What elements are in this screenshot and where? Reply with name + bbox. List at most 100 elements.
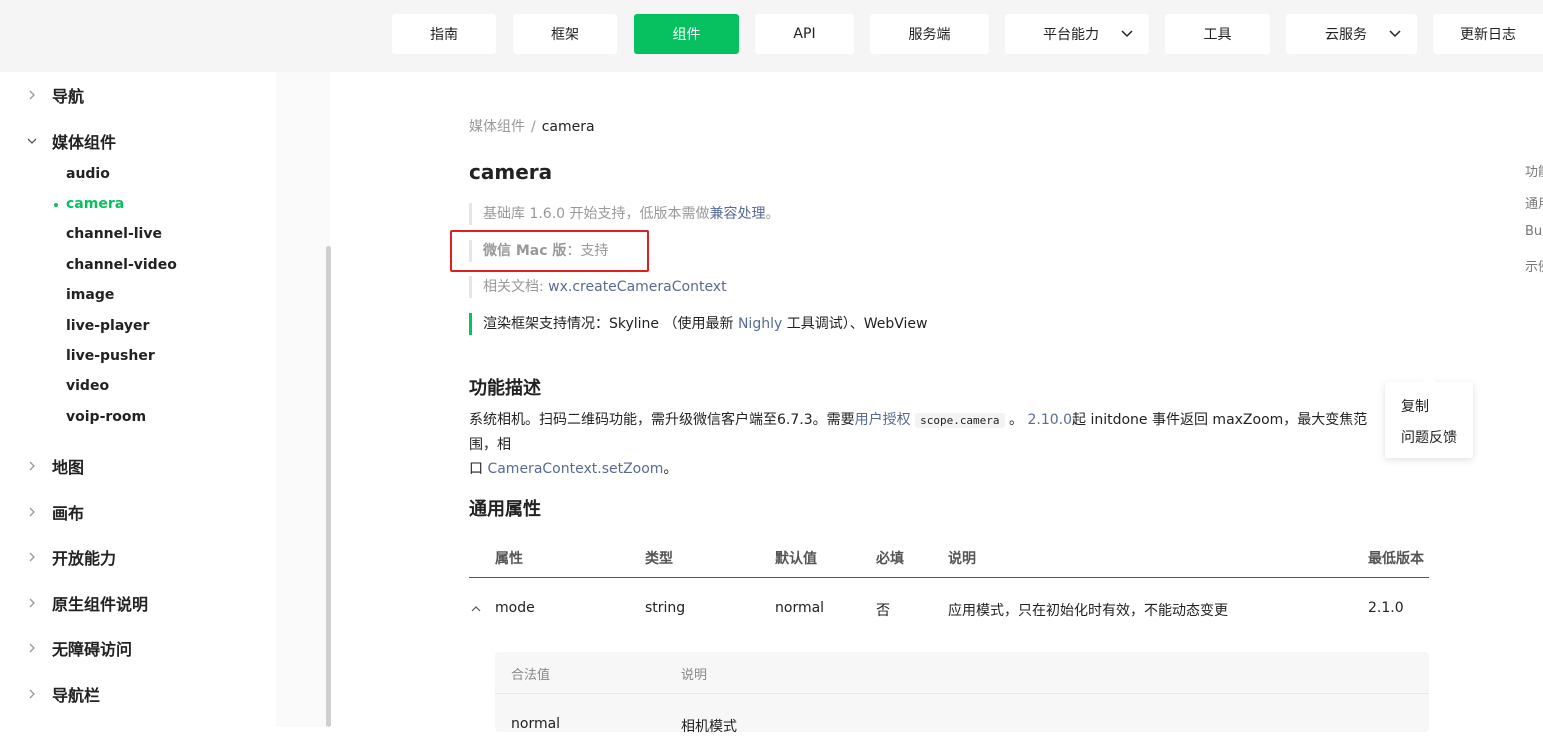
render-support-note: 渲染框架支持情况：Skyline （使用最新 Nighly 工具调试）、WebV… bbox=[469, 313, 927, 335]
nav-guide[interactable]: 指南 bbox=[392, 14, 496, 54]
sidebar-category-canvas[interactable]: 画布 bbox=[0, 498, 276, 526]
nav-server[interactable]: 服务端 bbox=[870, 14, 989, 54]
nav-components[interactable]: 组件 bbox=[634, 14, 739, 54]
context-popup: 复制 问题反馈 bbox=[1385, 376, 1473, 458]
render-suffix: 工具调试）、WebView bbox=[782, 316, 928, 332]
highlight-box bbox=[450, 230, 649, 272]
desc-p5: 。 bbox=[663, 461, 678, 477]
sidebar-category-label: 媒体组件 bbox=[52, 133, 117, 152]
nav-tools[interactable]: 工具 bbox=[1165, 14, 1270, 54]
support-prefix: 基础库 1.6.0 开始支持，低版本需做 bbox=[483, 206, 710, 222]
table-header-version: 最低版本 bbox=[1368, 551, 1424, 567]
chevron-right-icon bbox=[29, 598, 35, 608]
support-suffix: 。 bbox=[765, 206, 780, 222]
subtable-header-desc: 说明 bbox=[681, 668, 708, 683]
nav-api-label: API bbox=[793, 26, 816, 42]
chevron-right-icon bbox=[29, 461, 35, 471]
subtable-divider bbox=[495, 693, 1429, 694]
top-navigation: 指南 框架 组件 API 服务端 平台能力 工具 云服务 更新日志 bbox=[0, 0, 1543, 72]
table-header-desc: 说明 bbox=[948, 551, 976, 567]
chevron-right-icon bbox=[29, 552, 35, 562]
table-cell-desc: 应用模式，只在初始化时有效，不能动态变更 bbox=[948, 603, 1228, 619]
sidebar-category-label: 导航栏 bbox=[52, 686, 101, 705]
sidebar-item-voip-room[interactable]: voip-room bbox=[66, 409, 146, 431]
compat-link[interactable]: 兼容处理 bbox=[710, 206, 766, 222]
chevron-down-icon bbox=[27, 138, 37, 144]
subtable-header-value: 合法值 bbox=[511, 668, 551, 683]
toc-item-attributes[interactable]: 通用 bbox=[1525, 193, 1543, 212]
sidebar-category-label: 原生组件说明 bbox=[52, 595, 149, 614]
sidebar-item-live-player[interactable]: live-player bbox=[66, 318, 149, 340]
sidebar-item-audio[interactable]: audio bbox=[66, 166, 110, 188]
related-link[interactable]: wx.createCameraContext bbox=[548, 279, 726, 295]
chevron-right-icon bbox=[29, 689, 35, 699]
sidebar-category-navbar[interactable]: 导航栏 bbox=[0, 680, 276, 708]
table-header-default: 默认值 bbox=[775, 551, 817, 567]
table-cell-required: 否 bbox=[876, 603, 890, 619]
nav-changelog[interactable]: 更新日志 bbox=[1433, 14, 1543, 54]
page-title: camera bbox=[469, 160, 553, 184]
chevron-right-icon bbox=[29, 643, 35, 653]
scope-code: scope.camera bbox=[915, 413, 1005, 428]
sidebar-item-camera[interactable]: camera bbox=[66, 196, 124, 218]
sidebar-scrollbar[interactable] bbox=[326, 246, 331, 727]
sidebar-category-media[interactable]: 媒体组件 bbox=[0, 127, 276, 155]
related-docs-note: 相关文档: wx.createCameraContext bbox=[469, 276, 727, 298]
feedback-button[interactable]: 问题反馈 bbox=[1401, 427, 1457, 447]
sidebar-category-label: 地图 bbox=[52, 458, 85, 477]
sidebar-item-channel-video[interactable]: channel-video bbox=[66, 257, 177, 279]
toc-item-bug[interactable]: Bu bbox=[1525, 224, 1542, 239]
sidebar-gutter bbox=[276, 72, 330, 727]
toc-item-description[interactable]: 功能 bbox=[1525, 161, 1543, 180]
popup-arrow bbox=[1423, 376, 1435, 382]
sidebar-category-label: 无障碍访问 bbox=[52, 640, 133, 659]
table-cell-name: mode bbox=[495, 600, 535, 616]
table-header-type: 类型 bbox=[645, 551, 673, 567]
nav-framework-label: 框架 bbox=[551, 27, 579, 43]
breadcrumb: 媒体组件 / camera bbox=[469, 116, 595, 136]
copy-button[interactable]: 复制 bbox=[1401, 396, 1429, 416]
nav-cloud-label: 云服务 bbox=[1325, 27, 1367, 43]
sidebar-category-map[interactable]: 地图 bbox=[0, 452, 276, 480]
sidebar: 导航 媒体组件 audio camera channel-live channe… bbox=[0, 72, 276, 727]
breadcrumb-separator: / bbox=[531, 119, 536, 135]
render-prefix: 渲染框架支持情况：Skyline （使用最新 bbox=[483, 316, 738, 332]
breadcrumb-current: camera bbox=[541, 119, 595, 135]
chevron-up-icon[interactable] bbox=[471, 604, 481, 614]
chevron-down-icon bbox=[1121, 30, 1133, 38]
nighly-link[interactable]: Nighly bbox=[738, 316, 782, 332]
sidebar-item-image[interactable]: image bbox=[66, 287, 114, 309]
nav-api[interactable]: API bbox=[755, 14, 854, 54]
user-auth-link[interactable]: 用户授权 bbox=[855, 412, 911, 428]
setzoom-link[interactable]: CameraContext.setZoom bbox=[487, 461, 663, 477]
desc-p1: 系统相机。扫码二维码功能，需升级微信客户端至6.7.3。需要 bbox=[469, 412, 855, 428]
table-cell-type: string bbox=[645, 600, 686, 616]
sidebar-item-live-pusher[interactable]: live-pusher bbox=[66, 348, 155, 370]
sidebar-category-navigation[interactable]: 导航 bbox=[0, 81, 276, 109]
sidebar-category-open-capability[interactable]: 开放能力 bbox=[0, 543, 276, 571]
toc-item-example[interactable]: 示例 bbox=[1525, 256, 1543, 275]
chevron-right-icon bbox=[29, 90, 35, 100]
version-link[interactable]: 2.10.0 bbox=[1027, 412, 1072, 428]
table-header-required: 必填 bbox=[876, 551, 904, 567]
sidebar-item-video[interactable]: video bbox=[66, 378, 109, 400]
subtable-cell-desc: 相机模式 bbox=[681, 719, 737, 735]
subtable-cell-value: normal bbox=[511, 716, 561, 732]
section-title-description: 功能描述 bbox=[469, 378, 541, 399]
table-cell-default: normal bbox=[775, 600, 825, 616]
nav-cloud[interactable]: 云服务 bbox=[1286, 14, 1417, 54]
desc-p4: 口 bbox=[469, 461, 488, 477]
active-dot bbox=[54, 203, 58, 207]
breadcrumb-parent[interactable]: 媒体组件 bbox=[469, 119, 525, 135]
table-cell-version[interactable]: 2.1.0 bbox=[1368, 600, 1404, 616]
legal-values-table: 合法值 说明 normal 相机模式 bbox=[495, 652, 1429, 735]
table-header-attr: 属性 bbox=[495, 551, 523, 567]
nav-framework[interactable]: 框架 bbox=[513, 14, 617, 54]
section-title-attributes: 通用属性 bbox=[469, 499, 541, 520]
sidebar-category-label: 画布 bbox=[52, 504, 85, 523]
sidebar-item-channel-live[interactable]: channel-live bbox=[66, 226, 162, 248]
sidebar-category-accessibility[interactable]: 无障碍访问 bbox=[0, 634, 276, 662]
nav-platform[interactable]: 平台能力 bbox=[1005, 14, 1149, 54]
sidebar-category-native-components[interactable]: 原生组件说明 bbox=[0, 589, 276, 617]
nav-server-label: 服务端 bbox=[908, 27, 951, 43]
